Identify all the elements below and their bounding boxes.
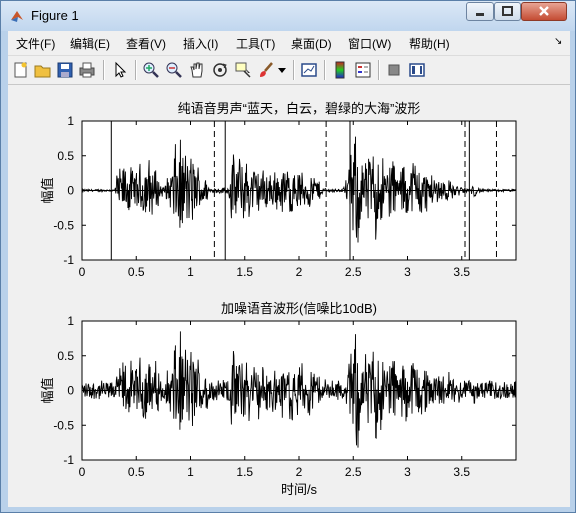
x-axis-label: 时间/s (281, 482, 318, 497)
figure-toolbar (8, 55, 570, 85)
toolbar-separator (135, 60, 137, 80)
x-tick-label: 3.5 (453, 465, 470, 479)
y-tick-label: 1 (67, 314, 74, 328)
link-icon[interactable] (300, 61, 318, 79)
y-tick-label: -1 (63, 453, 74, 467)
figure-client: 文件(F) 编辑(E) 查看(V) 插入(I) 工具(T) 桌面(D) 窗口(W… (8, 31, 570, 507)
toolbar-separator (378, 60, 380, 80)
x-tick-label: 0 (79, 265, 86, 279)
data-cursor-icon[interactable] (234, 61, 252, 79)
menu-insert[interactable]: 插入(I) (183, 35, 218, 52)
y-axis-label: 幅值 (40, 377, 55, 403)
menu-bar: 文件(F) 编辑(E) 查看(V) 插入(I) 工具(T) 桌面(D) 窗口(W… (8, 31, 570, 55)
menu-file[interactable]: 文件(F) (16, 35, 55, 52)
colorbar-icon[interactable] (331, 61, 349, 79)
y-tick-label: -1 (63, 253, 74, 267)
save-icon[interactable] (56, 61, 74, 79)
x-tick-label: 0.5 (128, 465, 145, 479)
x-tick-label: 2.5 (345, 465, 362, 479)
show-plot-tools-icon[interactable] (408, 61, 426, 79)
new-figure-icon[interactable] (12, 61, 30, 79)
y-tick-label: 0.5 (57, 149, 74, 163)
x-tick-label: 0.5 (128, 265, 145, 279)
x-tick-label: 1 (187, 465, 194, 479)
figure-window: Figure 1 文件(F) 编辑(E) 查看(V) 插入(I) 工具(T) 桌… (0, 0, 576, 513)
toolbar-separator (324, 60, 326, 80)
x-tick-label: 3.5 (453, 265, 470, 279)
menu-dock-arrow-icon[interactable]: ↘ (554, 36, 562, 47)
axes-clean-speech[interactable]: 纯语音男声“蓝天，白云，碧绿的大海”波形 幅值 0 0.5 1 1.5 2 2.5 3 3.5… (40, 101, 517, 279)
y-tick-label: -0.5 (53, 218, 74, 232)
figure-canvas: 纯语音男声“蓝天，白云，碧绿的大海”波形 幅值 0 0.5 1 1.5 2 2.5 3 3.5… (8, 85, 570, 507)
maximize-icon (502, 6, 513, 16)
hide-plot-tools-icon[interactable] (385, 61, 403, 79)
axes-title: 纯语音男声“蓝天，白云，碧绿的大海”波形 (178, 101, 421, 116)
toolbar-separator (103, 60, 105, 80)
plots-svg: 纯语音男声“蓝天，白云，碧绿的大海”波形 幅值 0 0.5 1 1.5 2 2.5 3 3.5… (8, 85, 570, 507)
menu-view[interactable]: 查看(V) (126, 35, 166, 52)
x-tick-label: 2.5 (345, 265, 362, 279)
x-tick-label: 1.5 (236, 265, 253, 279)
close-icon (539, 6, 549, 16)
brush-icon[interactable] (257, 61, 275, 79)
matlab-icon (11, 11, 23, 22)
y-tick-label: 0 (67, 184, 74, 198)
y-tick-label: 1 (67, 114, 74, 128)
y-tick-label: 0 (67, 384, 74, 398)
zoom-in-icon[interactable] (142, 61, 160, 79)
zoom-out-icon[interactable] (165, 61, 183, 79)
menu-help[interactable]: 帮助(H) (409, 35, 450, 52)
x-tick-label: 2 (296, 465, 303, 479)
minimize-button[interactable] (466, 2, 494, 21)
pointer-icon[interactable] (111, 61, 129, 79)
rotate-icon[interactable] (211, 61, 229, 79)
y-tick-label: 0.5 (57, 349, 74, 363)
y-tick-label: -0.5 (53, 418, 74, 432)
toolbar-separator (293, 60, 295, 80)
open-icon[interactable] (34, 61, 52, 79)
x-tick-label: 2 (296, 265, 303, 279)
legend-icon[interactable] (354, 61, 372, 79)
pan-icon[interactable] (188, 61, 206, 79)
minimize-icon (476, 13, 484, 16)
axes-title: 加噪语音波形(信噪比10dB) (221, 301, 377, 316)
x-tick-label: 1 (187, 265, 194, 279)
x-tick-label: 1.5 (236, 465, 253, 479)
x-tick-label: 3 (404, 465, 411, 479)
close-button[interactable] (521, 2, 567, 21)
menu-edit[interactable]: 编辑(E) (70, 35, 110, 52)
menu-desktop[interactable]: 桌面(D) (291, 35, 332, 52)
menu-window[interactable]: 窗口(W) (348, 35, 391, 52)
title-bar[interactable]: Figure 1 (1, 1, 575, 31)
brush-dropdown-icon[interactable] (278, 68, 286, 74)
window-title: Figure 1 (31, 8, 79, 23)
maximize-button[interactable] (494, 2, 521, 21)
print-icon[interactable] (78, 61, 96, 79)
x-tick-label: 0 (79, 465, 86, 479)
y-axis-label: 幅值 (40, 177, 55, 203)
x-tick-label: 3 (404, 265, 411, 279)
menu-tools[interactable]: 工具(T) (236, 35, 275, 52)
